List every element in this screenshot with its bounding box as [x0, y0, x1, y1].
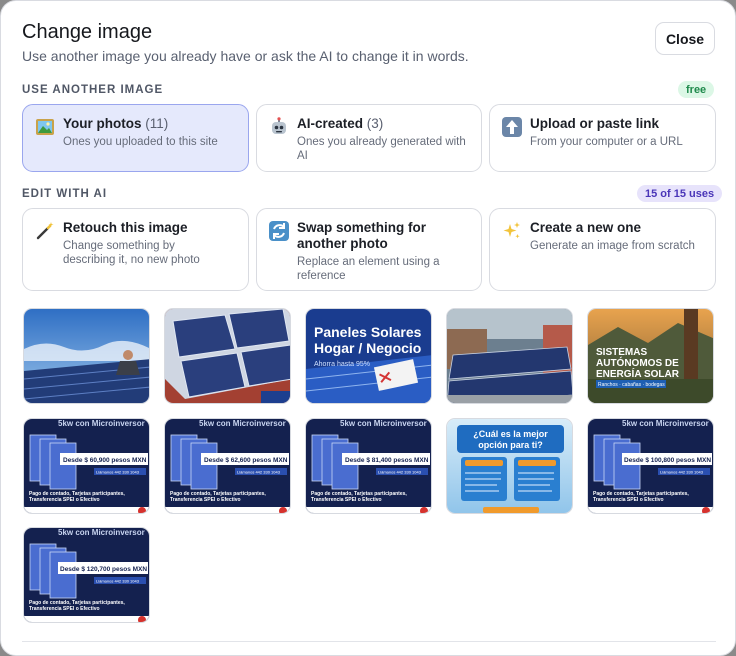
thumb-text: ENERGÍA SOLAR — [596, 367, 680, 380]
image-thumbnail-6[interactable]: 5kw con Microinversor Desde $ 60,900 pes… — [23, 418, 150, 514]
card-title: Create a new one — [530, 220, 642, 235]
thumb-text: Transferencia SPEI o Efectivo — [29, 497, 100, 503]
image-thumbnail-11[interactable]: 5kw con Microinversor Desde $ 120,700 pe… — [23, 527, 150, 623]
thumb-text: Llámanos 442 330 1043 — [237, 470, 281, 475]
image-thumbnail-5[interactable]: SISTEMAS AUTÓNOMOS DE ENERGÍA SOLAR Ranc… — [587, 308, 714, 404]
card-title: Your photos — [63, 116, 142, 131]
thumb-text: Llámanos 442 330 1043 — [96, 579, 140, 584]
upload-icon — [502, 117, 522, 137]
thumb-text: 5kw con Microinversor — [199, 419, 286, 428]
thumb-text: Desde $ 81,400 pesos MXN — [345, 457, 429, 464]
card-description: Generate an image from scratch — [530, 240, 695, 252]
sparkles-icon — [502, 221, 522, 241]
section-heading-use-another: USE ANOTHER IMAGE — [22, 84, 164, 96]
thumb-text: Desde $ 62,600 pesos MXN — [204, 457, 288, 464]
card-title-line1: Swap something for — [297, 220, 427, 235]
image-thumbnail-8[interactable]: 5kw con Microinversor Desde $ 81,400 pes… — [305, 418, 432, 514]
card-description-line1: Replace an element using a — [297, 256, 440, 268]
thumb-text: Desde $ 100,800 pesos MXN — [624, 457, 711, 464]
image-thumbnail-10[interactable]: 5kw con Microinversor Desde $ 100,800 pe… — [587, 418, 714, 514]
image-thumbnail-4[interactable] — [446, 308, 573, 404]
card-description-line2: reference — [297, 270, 346, 282]
thumb-text: ¿Cuál es la mejor — [473, 429, 548, 439]
thumb-text: Ahorra hasta 95% — [314, 361, 370, 368]
thumb-text: AUTÓNOMOS DE — [596, 356, 679, 369]
image-thumbnail-3[interactable]: Paneles Solares Hogar / Negocio Ahorra h… — [305, 308, 432, 404]
image-thumbnail-2[interactable] — [164, 308, 291, 404]
image-thumbnail-1[interactable] — [23, 308, 150, 404]
card-description: From your computer or a URL — [530, 136, 683, 148]
thumb-text: 5kw con Microinversor — [340, 419, 427, 428]
card-description-line2: AI — [297, 150, 308, 162]
card-description: Ones you uploaded to this site — [63, 136, 218, 148]
thumb-text: Paneles Solares — [314, 324, 422, 340]
thumb-text: 5kw con Microinversor — [58, 528, 145, 537]
card-title: AI-created — [297, 116, 364, 131]
retouch-card[interactable]: Retouch this image Change something by d… — [22, 208, 249, 291]
image-thumbnail-9[interactable]: ¿Cuál es la mejor opción para ti? — [446, 418, 573, 514]
robot-icon — [269, 117, 289, 137]
dialog-subtitle: Use another image you already have or as… — [22, 48, 469, 64]
ai-created-card[interactable]: AI-created (3) Ones you already generate… — [256, 104, 482, 172]
card-title-line2: another photo — [297, 236, 388, 251]
thumb-text: Transferencia SPEI o Efectivo — [311, 497, 382, 503]
magic-wand-icon — [35, 221, 55, 241]
thumb-text: Desde $ 60,900 pesos MXN — [63, 457, 147, 464]
card-title: Upload or paste link — [530, 116, 660, 131]
section-heading-edit-ai: EDIT WITH AI — [22, 188, 108, 200]
photo-count: (11) — [145, 116, 169, 131]
free-badge: free — [678, 81, 715, 98]
dialog-title: Change image — [22, 21, 153, 43]
thumb-text: 5kw con Microinversor — [58, 419, 145, 428]
card-description-line2: describing it, no new photo — [63, 254, 200, 266]
thumb-text: Llámanos 442 330 1043 — [96, 470, 140, 475]
photo-icon — [35, 117, 55, 137]
image-thumbnail-7[interactable]: 5kw con Microinversor Desde $ 62,600 pes… — [164, 418, 291, 514]
create-new-card[interactable]: Create a new one Generate an image from … — [489, 208, 716, 291]
thumb-text: Transferencia SPEI o Efectivo — [170, 497, 241, 503]
change-image-dialog: Change image Use another image you alrea… — [0, 0, 736, 656]
thumb-text: SISTEMAS — [596, 347, 647, 358]
swap-icon — [269, 221, 289, 241]
ai-count: (3) — [366, 116, 384, 131]
close-button[interactable]: Close — [655, 22, 715, 55]
thumb-text: Ranchos · cabañas · bodegas — [598, 382, 665, 388]
thumb-text: Llámanos 442 330 1043 — [660, 470, 704, 475]
your-photos-card[interactable]: Your photos (11) Ones you uploaded to th… — [22, 104, 249, 172]
card-description-line1: Ones you already generated with — [297, 136, 466, 148]
swap-card[interactable]: Swap something for another photo Replace… — [256, 208, 482, 291]
upload-card[interactable]: Upload or paste link From your computer … — [489, 104, 716, 172]
thumb-text: Transferencia SPEI o Efectivo — [29, 606, 100, 612]
thumb-text: opción para ti? — [478, 440, 543, 450]
card-title: Retouch this image — [63, 220, 188, 235]
footer-divider — [22, 641, 716, 642]
thumb-text: 5kw con Microinversor — [622, 419, 709, 428]
thumb-text: Llámanos 442 330 1043 — [378, 470, 422, 475]
card-description-line1: Change something by — [63, 240, 175, 252]
thumb-text: Hogar / Negocio — [314, 340, 421, 356]
thumb-text: Desde $ 120,700 pesos MXN — [60, 566, 147, 573]
uses-badge: 15 of 15 uses — [637, 185, 723, 202]
thumb-text: Transferencia SPEI o Efectivo — [593, 497, 664, 503]
